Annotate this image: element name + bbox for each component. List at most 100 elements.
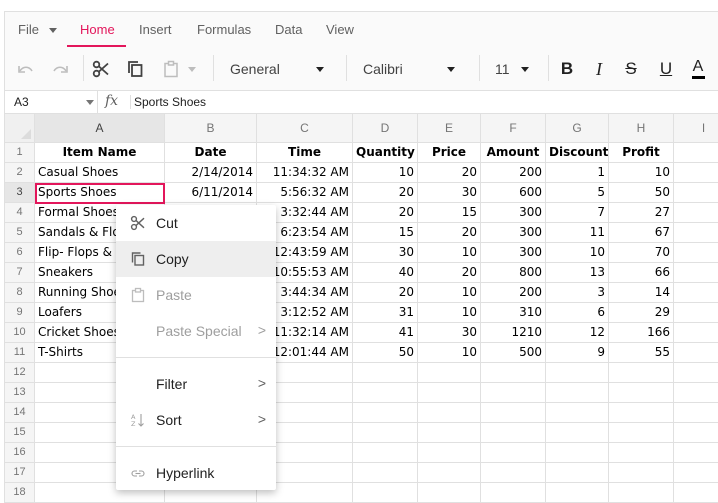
cell-f14[interactable] xyxy=(481,403,546,423)
row-header[interactable]: 14 xyxy=(5,403,35,423)
cell-g4[interactable]: 7 xyxy=(546,203,609,223)
column-header-g[interactable]: G xyxy=(546,114,609,143)
cell-d15[interactable] xyxy=(353,423,418,443)
row-header[interactable]: 12 xyxy=(5,363,35,383)
cell-h15[interactable] xyxy=(609,423,674,443)
tab-data[interactable]: Data xyxy=(275,22,302,37)
row-header[interactable]: 17 xyxy=(5,463,35,483)
row-header[interactable]: 11 xyxy=(5,343,35,363)
cell-f4[interactable]: 300 xyxy=(481,203,546,223)
cell-i14[interactable] xyxy=(674,403,718,423)
italic-button[interactable]: I xyxy=(588,47,610,91)
menu-item-filter[interactable]: Filter > xyxy=(116,366,276,402)
cell-a2[interactable]: Casual Shoes xyxy=(35,163,165,183)
cell-e1[interactable]: Price xyxy=(418,143,481,163)
font-name-dropdown[interactable]: Calibri xyxy=(353,47,463,91)
cell-e2[interactable]: 20 xyxy=(418,163,481,183)
cell-d4[interactable]: 20 xyxy=(353,203,418,223)
column-header-h[interactable]: H xyxy=(609,114,674,143)
cell-f8[interactable]: 200 xyxy=(481,283,546,303)
cell-c2[interactable]: 11:34:32 AM xyxy=(257,163,353,183)
cell-e14[interactable] xyxy=(418,403,481,423)
row-header[interactable]: 4 xyxy=(5,203,35,223)
menu-item-hyperlink[interactable]: Hyperlink xyxy=(116,455,276,491)
cell-d2[interactable]: 10 xyxy=(353,163,418,183)
cell-g10[interactable]: 12 xyxy=(546,323,609,343)
cell-i12[interactable] xyxy=(674,363,718,383)
cell-d10[interactable]: 41 xyxy=(353,323,418,343)
cell-d12[interactable] xyxy=(353,363,418,383)
cell-i17[interactable] xyxy=(674,463,718,483)
undo-button[interactable] xyxy=(13,47,39,91)
cell-g8[interactable]: 3 xyxy=(546,283,609,303)
cell-e16[interactable] xyxy=(418,443,481,463)
cell-i2[interactable] xyxy=(674,163,718,183)
cell-f10[interactable]: 1210 xyxy=(481,323,546,343)
cell-i9[interactable] xyxy=(674,303,718,323)
column-header-e[interactable]: E xyxy=(418,114,481,143)
cell-e5[interactable]: 20 xyxy=(418,223,481,243)
cell-a3[interactable]: Sports Shoes xyxy=(35,183,165,203)
cell-b2[interactable]: 2/14/2014 xyxy=(165,163,257,183)
row-header[interactable]: 3 xyxy=(5,183,35,203)
function-icon[interactable]: fx xyxy=(105,93,118,109)
cell-f1[interactable]: Amount xyxy=(481,143,546,163)
column-header-c[interactable]: C xyxy=(257,114,353,143)
cell-h7[interactable]: 66 xyxy=(609,263,674,283)
cell-e3[interactable]: 30 xyxy=(418,183,481,203)
column-header-i[interactable]: I xyxy=(674,114,718,143)
cell-h10[interactable]: 166 xyxy=(609,323,674,343)
cell-f2[interactable]: 200 xyxy=(481,163,546,183)
cell-i3[interactable] xyxy=(674,183,718,203)
cell-e12[interactable] xyxy=(418,363,481,383)
number-format-dropdown[interactable]: General xyxy=(220,47,332,91)
cell-f5[interactable]: 300 xyxy=(481,223,546,243)
cell-a1[interactable]: Item Name xyxy=(35,143,165,163)
row-header[interactable]: 15 xyxy=(5,423,35,443)
cell-g12[interactable] xyxy=(546,363,609,383)
select-all-corner[interactable] xyxy=(5,114,35,143)
cell-f11[interactable]: 500 xyxy=(481,343,546,363)
cell-g13[interactable] xyxy=(546,383,609,403)
tab-view[interactable]: View xyxy=(326,22,354,37)
cell-e15[interactable] xyxy=(418,423,481,443)
cell-f12[interactable] xyxy=(481,363,546,383)
paste-dropdown[interactable] xyxy=(185,47,199,91)
cell-h1[interactable]: Profit xyxy=(609,143,674,163)
cell-h16[interactable] xyxy=(609,443,674,463)
cell-d5[interactable]: 15 xyxy=(353,223,418,243)
cell-c1[interactable]: Time xyxy=(257,143,353,163)
cell-i16[interactable] xyxy=(674,443,718,463)
cell-d1[interactable]: Quantity xyxy=(353,143,418,163)
font-size-dropdown[interactable]: 11 xyxy=(487,47,533,91)
strikethrough-button[interactable]: S xyxy=(620,47,642,91)
cell-f7[interactable]: 800 xyxy=(481,263,546,283)
cell-e17[interactable] xyxy=(418,463,481,483)
cell-h13[interactable] xyxy=(609,383,674,403)
cell-d7[interactable]: 40 xyxy=(353,263,418,283)
row-header[interactable]: 9 xyxy=(5,303,35,323)
cell-h5[interactable]: 67 xyxy=(609,223,674,243)
row-header[interactable]: 2 xyxy=(5,163,35,183)
cell-e8[interactable]: 10 xyxy=(418,283,481,303)
cell-h8[interactable]: 14 xyxy=(609,283,674,303)
cell-f17[interactable] xyxy=(481,463,546,483)
row-header[interactable]: 1 xyxy=(5,143,35,163)
cut-button[interactable] xyxy=(89,47,113,91)
column-header-d[interactable]: D xyxy=(353,114,418,143)
menu-item-paste[interactable]: Paste xyxy=(116,277,276,313)
cell-e4[interactable]: 15 xyxy=(418,203,481,223)
cell-d6[interactable]: 30 xyxy=(353,243,418,263)
row-header[interactable]: 10 xyxy=(5,323,35,343)
cell-d13[interactable] xyxy=(353,383,418,403)
cell-g17[interactable] xyxy=(546,463,609,483)
cell-b3[interactable]: 6/11/2014 xyxy=(165,183,257,203)
cell-i7[interactable] xyxy=(674,263,718,283)
cell-h11[interactable]: 55 xyxy=(609,343,674,363)
cell-i18[interactable] xyxy=(674,483,718,503)
cell-e11[interactable]: 10 xyxy=(418,343,481,363)
cell-i4[interactable] xyxy=(674,203,718,223)
cell-g1[interactable]: Discount xyxy=(546,143,609,163)
cell-i8[interactable] xyxy=(674,283,718,303)
cell-e9[interactable]: 10 xyxy=(418,303,481,323)
